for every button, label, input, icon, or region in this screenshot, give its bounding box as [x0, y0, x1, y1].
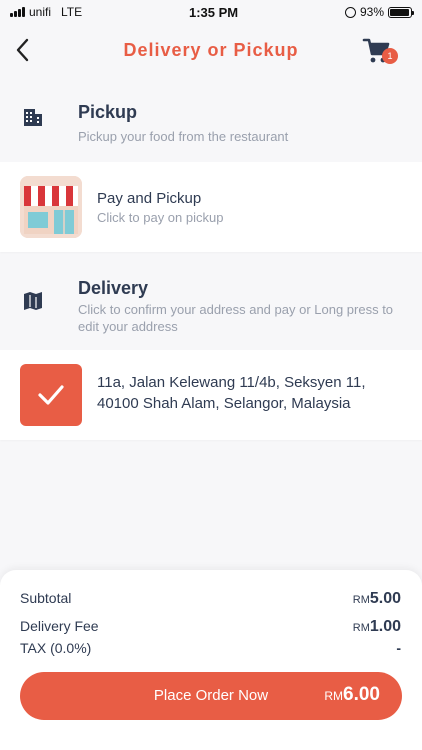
- building-icon: [24, 109, 42, 126]
- order-total-currency: RM: [324, 689, 344, 703]
- delivery-fee-row: Delivery Fee RM1.00: [20, 618, 401, 636]
- checkmark-icon: [38, 385, 64, 405]
- page-title: Delivery or Pickup: [123, 39, 299, 60]
- pickup-section-header: Pickup Pickup your food from the restaur…: [0, 96, 422, 156]
- battery-icon: [388, 6, 414, 18]
- tax-label: TAX (0.0%): [20, 640, 92, 656]
- pickup-subtitle: Pickup your food from the restaurant: [78, 129, 289, 144]
- status-time: 1:35 PM: [188, 4, 239, 20]
- map-icon: [24, 292, 42, 310]
- chevron-left-icon: [16, 38, 29, 62]
- storefront-icon: [20, 176, 82, 238]
- status-bar: unifi LTE 1:35 PM 93%: [0, 0, 422, 24]
- pay-and-pickup-title: Pay and Pickup: [97, 190, 202, 207]
- delivery-fee-value: 1.00: [369, 618, 401, 635]
- back-button[interactable]: [12, 36, 36, 64]
- status-left: unifi LTE: [10, 5, 82, 19]
- status-right: 93%: [344, 5, 414, 19]
- order-total: RM6.00: [324, 684, 380, 706]
- tax-value: -: [396, 640, 401, 656]
- cart-badge: 1: [382, 48, 398, 64]
- tax-row: TAX (0.0%) -: [20, 640, 401, 656]
- delivery-address-option[interactable]: 11a, Jalan Kelewang 11/4b, Seksyen 11, 4…: [0, 350, 422, 440]
- delivery-section-header: Delivery Click to confirm your address a…: [0, 270, 422, 342]
- order-summary: Subtotal RM5.00 Delivery Fee RM1.00 TAX …: [0, 570, 422, 750]
- pay-and-pickup-option[interactable]: Pay and Pickup Click to pay on pickup: [0, 162, 422, 252]
- delivery-fee-amount: RM1.00: [353, 618, 401, 636]
- delivery-fee-currency: RM: [352, 622, 370, 634]
- pay-and-pickup-subtitle: Click to pay on pickup: [97, 210, 224, 225]
- delivery-address-text: 11a, Jalan Kelewang 11/4b, Seksyen 11, 4…: [97, 374, 366, 412]
- rotation-lock-icon: [344, 6, 356, 18]
- battery-percent: 93%: [359, 5, 384, 19]
- subtotal-label: Subtotal: [20, 590, 72, 606]
- subtotal-row: Subtotal RM5.00: [20, 590, 401, 608]
- cart-button[interactable]: 1: [362, 36, 398, 66]
- subtotal-currency: RM: [352, 594, 370, 606]
- order-total-value: 6.00: [343, 684, 380, 705]
- delivery-fee-label: Delivery Fee: [20, 618, 99, 634]
- signal-icon: [10, 7, 25, 17]
- network-type: LTE: [61, 5, 83, 19]
- place-order-button[interactable]: Place Order Now RM6.00: [20, 672, 402, 720]
- delivery-title: Delivery: [78, 278, 149, 298]
- subtotal-value: 5.00: [369, 590, 401, 607]
- battery-fill: [390, 8, 409, 16]
- selected-checkbox[interactable]: [20, 364, 82, 426]
- header: Delivery or Pickup 1: [0, 28, 422, 72]
- subtotal-amount: RM5.00: [353, 590, 401, 608]
- pickup-title: Pickup: [78, 102, 138, 122]
- carrier-name: unifi: [29, 5, 52, 19]
- delivery-subtitle: Click to confirm your address and pay or…: [78, 302, 394, 334]
